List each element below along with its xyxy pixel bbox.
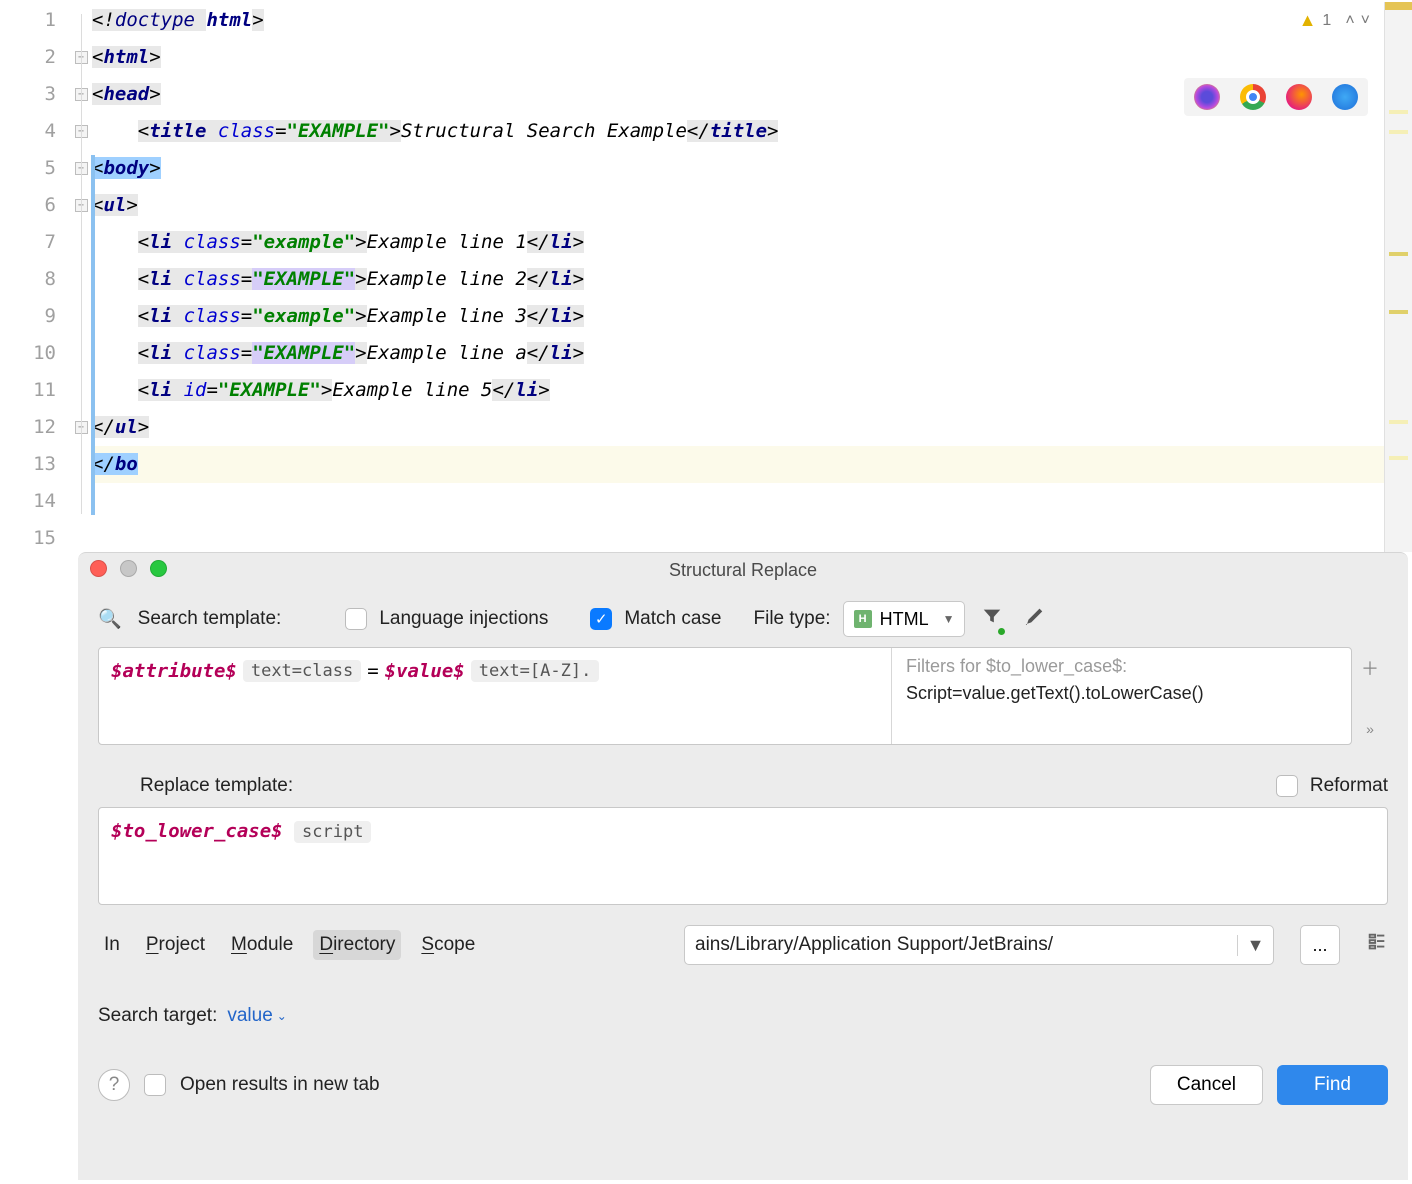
chevron-down-icon: ▼ [943,612,955,626]
dialog-titlebar[interactable]: Structural Replace [78,553,1408,587]
search-target-dropdown[interactable]: value ⌄ [227,1005,286,1027]
html-file-icon: H [854,610,872,628]
window-minimize-icon [120,560,137,577]
scope-project[interactable]: Project [140,930,211,960]
open-new-tab-checkbox[interactable] [144,1074,166,1096]
search-target-label: Search target: [98,1005,217,1027]
line-number: 4 [0,113,56,150]
prev-highlight[interactable]: ˄ [1345,12,1354,30]
code-editor[interactable]: 1 2 3 4 5 6 7 8 9 10 11 12 13 14 15 − − … [0,0,1412,555]
search-template-label: Search template: [138,608,282,630]
search-var-attribute: $attribute$ [111,660,237,682]
find-button[interactable]: Find [1277,1065,1388,1105]
line-number: 3 [0,76,56,113]
search-icon[interactable]: 🔍 [98,607,122,631]
file-type-select[interactable]: H HTML ▼ [843,601,966,637]
help-button[interactable]: ? [98,1069,130,1101]
directory-path-value: ains/Library/Application Support/JetBrai… [685,934,1237,956]
line-number: 1 [0,2,56,39]
match-case-label: Match case [624,608,721,630]
replace-chip: script [294,821,371,843]
scope-in-label: In [98,930,126,960]
browser-icon-goland[interactable] [1194,84,1220,110]
file-type-value: HTML [880,609,929,630]
line-number: 5 [0,150,56,187]
line-number: 10 [0,335,56,372]
expand-filters-button[interactable]: » [1366,721,1374,737]
line-number: 14 [0,483,56,520]
browser-icon-firefox[interactable] [1286,84,1312,110]
line-number: 11 [0,372,56,409]
reformat-label: Reformat [1310,775,1388,797]
line-number: 7 [0,224,56,261]
reformat-checkbox[interactable] [1276,775,1298,797]
open-in-browser-panel [1184,78,1368,116]
inspection-badge[interactable]: ▲ 1 ˄ ˅ [1299,10,1370,31]
line-number: 9 [0,298,56,335]
file-type-label: File type: [754,608,831,630]
chevron-down-icon: ⌄ [277,1009,287,1023]
structural-replace-dialog: Structural Replace 🔍 Search template: La… [78,552,1408,1180]
chevron-down-icon[interactable]: ▼ [1237,935,1273,956]
match-case-checkbox[interactable]: ✓ [590,608,612,630]
scope-scope[interactable]: Scope [415,930,481,960]
search-chip-attr: text=class [243,660,361,682]
replace-template-label: Replace template: [140,775,293,797]
next-highlight[interactable]: ˅ [1361,12,1370,30]
line-number: 8 [0,261,56,298]
directory-path-select[interactable]: ains/Library/Application Support/JetBrai… [684,925,1274,965]
line-number: 12 [0,409,56,446]
line-number: 2 [0,39,56,76]
search-template-area[interactable]: $attribute$ text=class = $value$ text=[A… [98,647,1352,745]
filter-panel: Filters for $to_lower_case$: Script=valu… [891,648,1351,744]
replace-template-area[interactable]: $to_lower_case$ script [98,807,1388,905]
open-new-tab-label: Open results in new tab [180,1074,380,1096]
equals-sign: = [367,660,378,682]
line-number: 15 [0,520,56,557]
cancel-button[interactable]: Cancel [1150,1065,1263,1105]
filter-button[interactable] [977,601,1007,637]
replace-var: $to_lower_case$ [111,820,283,842]
line-number: 13 [0,446,56,483]
tools-button[interactable] [1019,601,1049,637]
error-stripe[interactable] [1384,2,1412,552]
filter-body: Script=value.getText().toLowerCase() [906,683,1337,704]
fold-column: − − − − − − [70,0,92,555]
recursive-toggle-icon[interactable] [1366,931,1388,959]
filter-title: Filters for $to_lower_case$: [906,656,1337,677]
search-var-value: $value$ [385,660,465,682]
warning-count: 1 [1322,12,1331,30]
warning-icon: ▲ [1299,10,1317,31]
language-injections-label: Language injections [379,608,548,630]
scope-tabs: In Project Module Directory Scope [98,930,481,960]
language-injections-checkbox[interactable] [345,608,367,630]
browser-icon-safari[interactable] [1332,84,1358,110]
gutter: 1 2 3 4 5 6 7 8 9 10 11 12 13 14 15 [0,0,70,555]
scope-directory[interactable]: Directory [313,930,401,960]
line-number: 6 [0,187,56,224]
search-chip-val: text=[A-Z]. [471,660,600,682]
window-zoom-icon[interactable] [150,560,167,577]
browser-icon-chrome[interactable] [1240,84,1266,110]
add-filter-button[interactable]: ＋ [1361,655,1379,681]
window-close-icon[interactable] [90,560,107,577]
dialog-title: Structural Replace [78,560,1408,581]
browse-directory-button[interactable]: ... [1300,925,1340,965]
filter-active-dot-icon [998,628,1005,635]
scope-module[interactable]: Module [225,930,299,960]
